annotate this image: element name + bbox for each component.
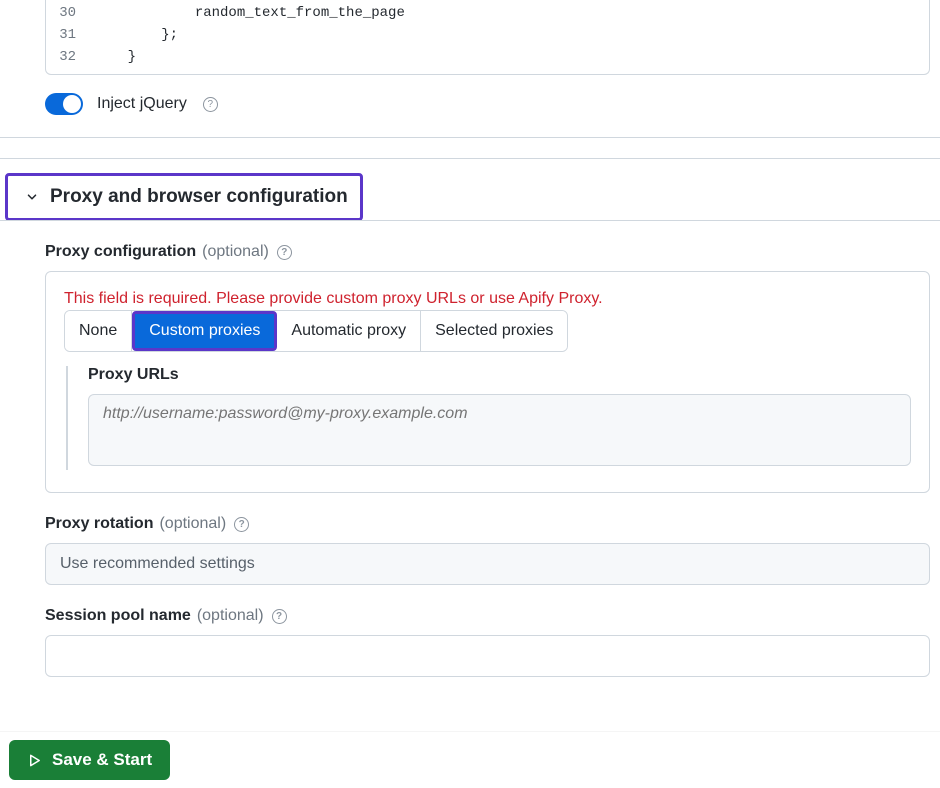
proxy-config-label-row: Proxy configuration (optional) ? [45,243,930,261]
proxy-mode-button-group: None Custom proxies Automatic proxy Sele… [64,310,568,352]
optional-hint: (optional) [159,515,226,533]
inject-jquery-toggle[interactable] [45,93,83,115]
help-icon[interactable]: ? [234,517,249,532]
section-title: Proxy and browser configuration [50,186,360,208]
line-number: 30 [46,2,94,24]
code-text: random_text_from_the_page [94,2,405,24]
proxy-rotation-label-row: Proxy rotation (optional) ? [45,515,930,533]
proxy-config-box: This field is required. Please provide c… [45,271,930,493]
code-line: 32 } [46,46,929,68]
proxy-urls-textarea[interactable] [88,394,911,466]
optional-hint: (optional) [202,243,269,261]
code-editor[interactable]: 30 random_text_from_the_page 31 }; 32 } [45,0,930,75]
proxy-config-label: Proxy configuration [45,243,196,261]
code-text: } [94,46,136,68]
proxy-rotation-label: Proxy rotation [45,515,153,533]
proxy-option-automatic[interactable]: Automatic proxy [277,311,421,351]
proxy-option-custom-highlight: Custom proxies [132,311,277,351]
line-number: 31 [46,24,94,46]
toggle-knob [63,95,81,113]
inject-jquery-label: Inject jQuery [97,95,187,113]
proxy-urls-label: Proxy URLs [88,366,911,384]
proxy-rotation-field: Proxy rotation (optional) ? Use recommen… [45,515,930,585]
play-icon [27,753,42,768]
help-icon[interactable]: ? [272,609,287,624]
bottom-bar: Save & Start [0,731,940,788]
code-line: 30 random_text_from_the_page [46,2,929,24]
proxy-rotation-select[interactable]: Use recommended settings [45,543,930,585]
code-line: 31 }; [46,24,929,46]
proxy-option-custom[interactable]: Custom proxies [135,314,274,348]
session-pool-field: Session pool name (optional) ? [45,607,930,677]
session-pool-label-row: Session pool name (optional) ? [45,607,930,625]
session-pool-input[interactable] [45,635,930,677]
chevron-down-icon [24,189,40,205]
proxy-urls-block: Proxy URLs [66,366,911,470]
proxy-option-none[interactable]: None [65,311,132,351]
line-number: 32 [46,46,94,68]
help-icon[interactable]: ? [277,245,292,260]
save-button-label: Save & Start [52,750,152,770]
optional-hint: (optional) [197,607,264,625]
proxy-option-selected[interactable]: Selected proxies [421,311,567,351]
inject-jquery-row: Inject jQuery ? [0,75,940,133]
proxy-section-header[interactable]: Proxy and browser configuration [5,173,363,221]
code-text: }; [94,24,178,46]
proxy-config-error: This field is required. Please provide c… [64,290,911,308]
help-icon[interactable]: ? [203,97,218,112]
session-pool-label: Session pool name [45,607,191,625]
save-and-start-button[interactable]: Save & Start [9,740,170,780]
proxy-section-body: Proxy configuration (optional) ? This fi… [0,221,940,677]
